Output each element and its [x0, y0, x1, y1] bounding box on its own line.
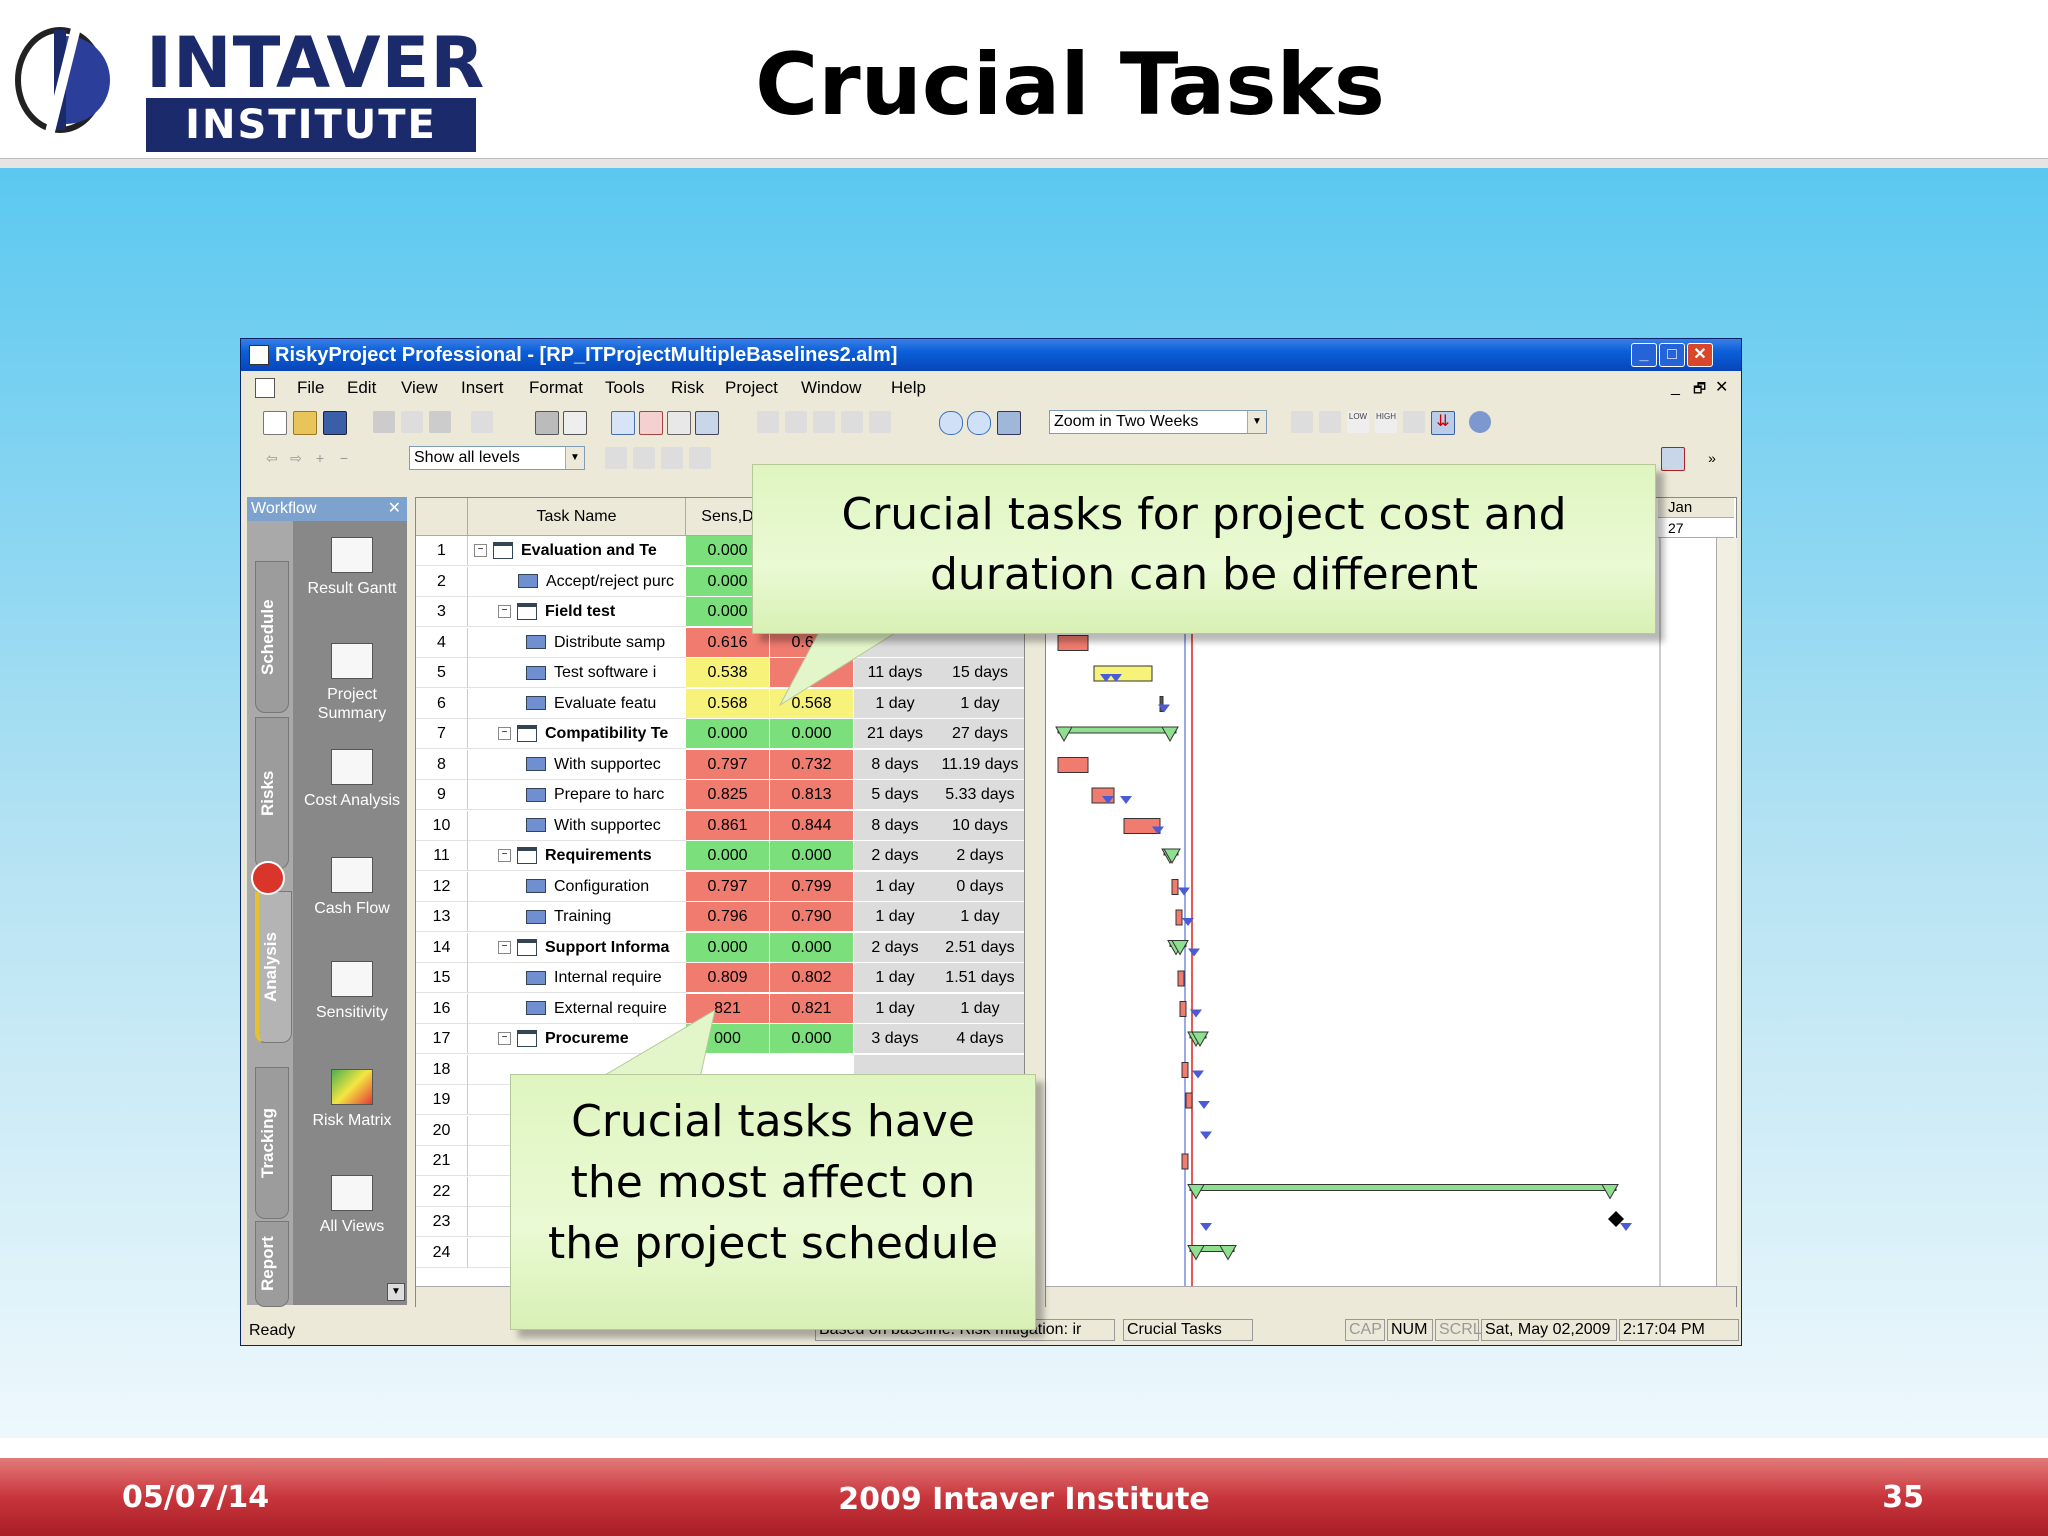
- callout-bottom-pointer: [598, 1008, 716, 1079]
- page-number: 35: [1882, 1480, 1924, 1515]
- callout-top: Crucial tasks for project cost and durat…: [752, 464, 1656, 634]
- footer-copyright: 2009 Intaver Institute: [838, 1482, 1210, 1517]
- callout-bottom: Crucial tasks have the most affect on th…: [510, 1074, 1036, 1330]
- callout-top-text: Crucial tasks for project cost and durat…: [841, 489, 1567, 600]
- slide-footer: 05/07/14 2009 Intaver Institute 35: [0, 1458, 2048, 1536]
- callout-top-pointer: [778, 629, 902, 707]
- callout-bottom-text: Crucial tasks have the most affect on th…: [547, 1096, 999, 1269]
